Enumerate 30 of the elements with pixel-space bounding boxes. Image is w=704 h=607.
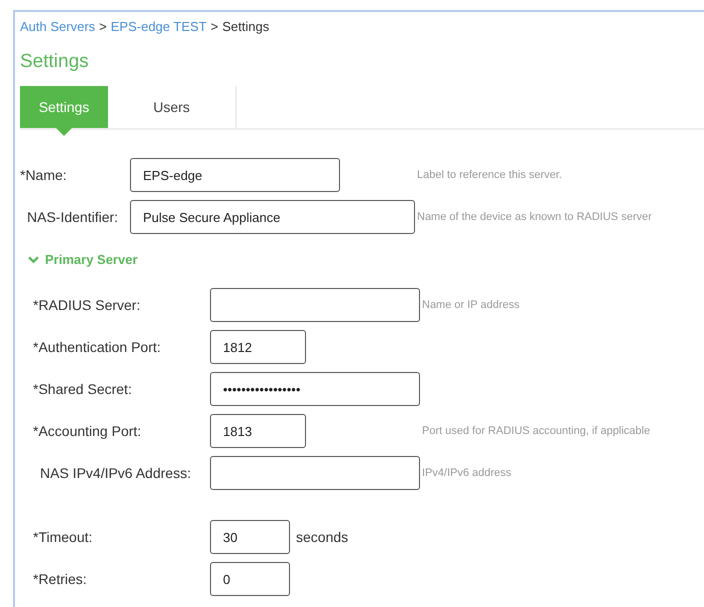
hint-text: Name of the device as known to RADIUS server: [417, 211, 652, 223]
pointer-icon: [56, 128, 72, 136]
input-field[interactable]: 1813: [210, 414, 306, 448]
field-label: *Timeout:: [32, 529, 94, 545]
field-label: NAS IPv4/IPv6 Address:: [39, 465, 192, 481]
breadcrumb-current: Settings: [222, 18, 270, 34]
input-field[interactable]: Pulse Secure Appliance: [130, 200, 415, 234]
chevron-down-icon: [28, 254, 39, 264]
hint-text: IPv4/IPv6 address: [422, 467, 512, 479]
field-label: *Name:: [20, 167, 68, 183]
hint-text: Label to reference this server.: [417, 169, 562, 181]
input-field[interactable]: [210, 456, 420, 490]
field-label: *Shared Secret:: [32, 381, 133, 397]
field-label: *RADIUS Server:: [32, 297, 142, 313]
field-label: *Accounting Port:: [32, 423, 142, 439]
input-field[interactable]: EPS-edge: [130, 158, 340, 192]
hint-text: Name or IP address: [422, 299, 520, 311]
unit-label: seconds: [296, 529, 348, 545]
input-field[interactable]: [210, 288, 420, 322]
field-label: *Retries:: [32, 571, 88, 587]
input-field[interactable]: 30: [210, 520, 290, 554]
input-field[interactable]: •••••••••••••••••: [210, 372, 420, 406]
input-field[interactable]: 1812: [210, 330, 306, 364]
hint-text: Port used for RADIUS accounting, if applicable: [422, 425, 650, 437]
page-title: Settings: [20, 50, 89, 74]
breadcrumb-separator: >: [210, 18, 218, 34]
field-label: NAS-Identifier:: [26, 209, 120, 225]
input-field[interactable]: 0: [210, 562, 290, 596]
breadcrumb-separator: >: [99, 18, 107, 34]
field-label: *Authentication Port:: [32, 339, 162, 355]
